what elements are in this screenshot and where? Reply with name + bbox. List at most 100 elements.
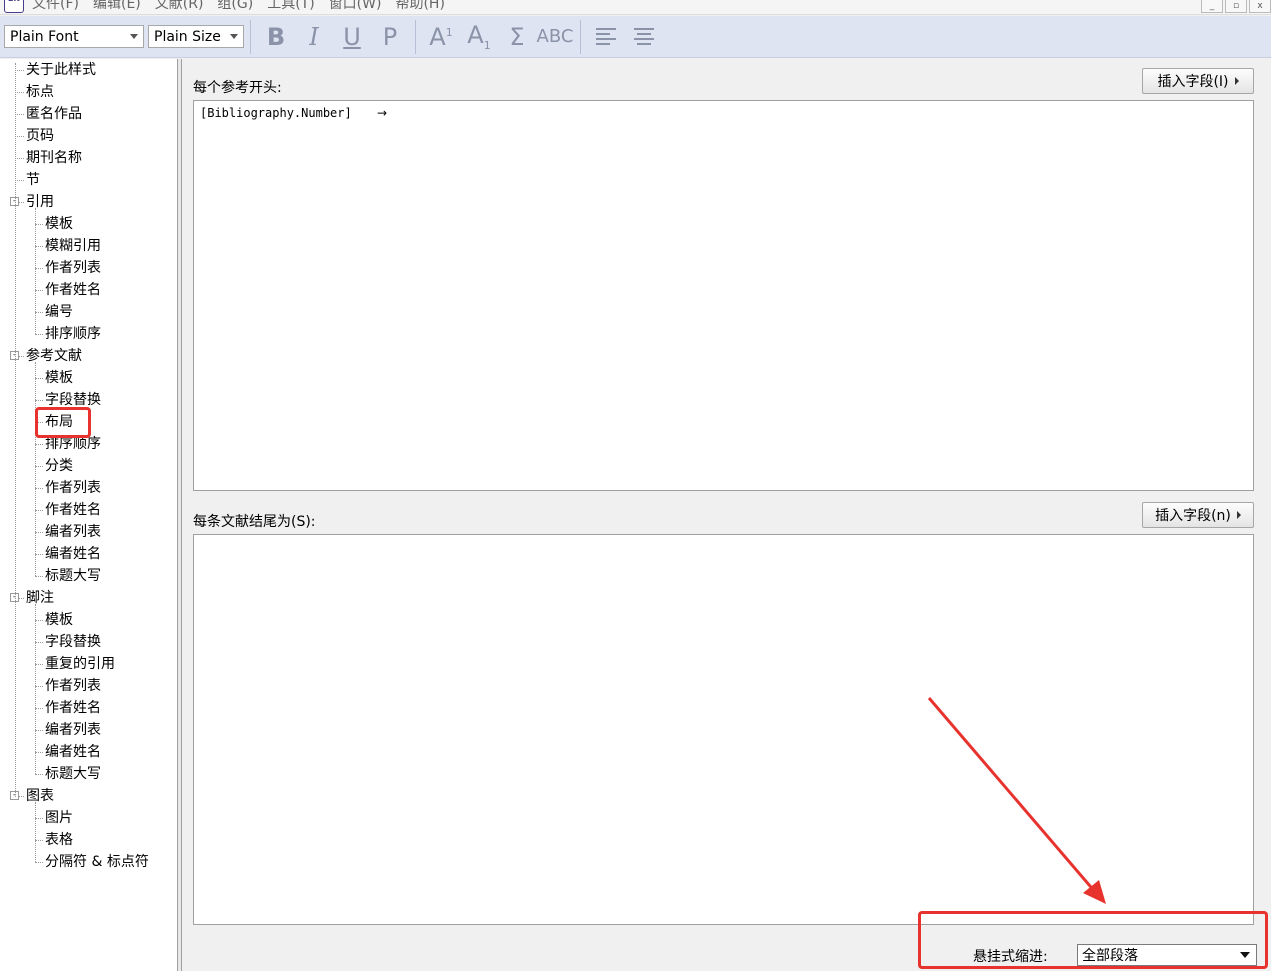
tree-item[interactable]: 分隔符 & 标点符 xyxy=(45,852,149,872)
tree-connector xyxy=(15,114,24,115)
tree-connector xyxy=(35,730,43,731)
insert-field-button-bottom[interactable]: 插入字段(n) xyxy=(1142,502,1254,528)
subscript-mark: 1 xyxy=(483,38,491,52)
menu-tools[interactable]: 工具(T) xyxy=(267,0,314,13)
tree-connector xyxy=(35,642,43,643)
tree-item[interactable]: 标点 xyxy=(26,82,54,102)
tree-item[interactable]: 图表 xyxy=(26,786,54,806)
size-select[interactable]: Plain Size xyxy=(148,25,244,48)
tree-item[interactable]: 图片 xyxy=(45,808,73,828)
tree-item[interactable]: 作者列表 xyxy=(45,478,101,498)
tree-connector xyxy=(15,136,24,137)
symbol-button[interactable]: Σ xyxy=(498,23,536,51)
end-of-reference-editor[interactable] xyxy=(193,534,1254,925)
tree-item[interactable]: 标题大写 xyxy=(45,764,101,784)
menu-file[interactable]: 文件(F) xyxy=(32,0,79,13)
superscript-button[interactable]: A1 xyxy=(422,23,460,51)
tree-item[interactable]: 模糊引用 xyxy=(45,236,101,256)
tree-connector xyxy=(35,818,43,819)
tree-item[interactable]: 作者姓名 xyxy=(45,280,101,300)
menu-bar: EN 文件(F) 编辑(E) 文献(R) 组(G) 工具(T) 窗口(W) 帮助… xyxy=(0,0,1271,15)
tree-connector xyxy=(35,802,36,862)
start-of-reference-editor[interactable]: [Bibliography.Number] → xyxy=(193,100,1254,491)
tree-item[interactable]: 脚注 xyxy=(26,588,54,608)
italic-button[interactable]: I xyxy=(295,23,333,51)
highlight-box-layout-item xyxy=(35,407,91,438)
highlight-box-hanging-indent xyxy=(918,911,1268,969)
tree-connector xyxy=(35,774,43,775)
plain-button[interactable]: P xyxy=(371,23,409,51)
tree-connector xyxy=(35,312,43,313)
chevron-right-icon xyxy=(1236,511,1241,519)
tree-item[interactable]: 作者姓名 xyxy=(45,698,101,718)
tree-item[interactable]: 表格 xyxy=(45,830,73,850)
start-of-reference-label: 每个参考开头: xyxy=(193,80,282,96)
menu-edit[interactable]: 编辑(E) xyxy=(93,0,141,13)
tree-connector xyxy=(35,576,43,577)
tree-connector xyxy=(35,664,43,665)
tree-item[interactable]: 模板 xyxy=(45,610,73,630)
bold-button[interactable]: B xyxy=(257,23,295,51)
tree-item[interactable]: 标题大写 xyxy=(45,566,101,586)
tree-item[interactable]: 引用 xyxy=(26,192,54,212)
tree-item[interactable]: 关于此样式 xyxy=(26,60,96,80)
superscript-mark: 1 xyxy=(445,25,453,39)
menu-window[interactable]: 窗口(W) xyxy=(329,0,382,13)
panel-splitter[interactable] xyxy=(178,59,182,971)
tree-item[interactable]: 作者列表 xyxy=(45,258,101,278)
align-left-icon[interactable] xyxy=(596,27,616,46)
tab-arrow-icon: → xyxy=(376,106,388,120)
close-icon[interactable]: x xyxy=(1249,0,1271,13)
tree-item[interactable]: 编者姓名 xyxy=(45,742,101,762)
tree-connector xyxy=(35,620,43,621)
endnote-app-icon: EN xyxy=(4,0,24,13)
restore-icon[interactable]: ▫ xyxy=(1225,0,1247,13)
toolbar-divider xyxy=(250,19,251,54)
align-center-icon[interactable] xyxy=(634,27,654,46)
tree-connector xyxy=(35,362,36,576)
menu-references[interactable]: 文献(R) xyxy=(155,0,204,13)
subscript-button[interactable]: A1 xyxy=(460,21,498,52)
minimize-icon[interactable]: _ xyxy=(1201,0,1223,13)
tree-item[interactable]: 重复的引用 xyxy=(45,654,115,674)
tree-connector xyxy=(35,686,43,687)
window-controls: _ ▫ x xyxy=(1199,0,1271,13)
menu-groups[interactable]: 组(G) xyxy=(217,0,253,13)
tree-connector xyxy=(35,224,43,225)
tree-item[interactable]: 模板 xyxy=(45,368,73,388)
tree-item[interactable]: 页码 xyxy=(26,126,54,146)
tree-item[interactable]: 字段替换 xyxy=(45,632,101,652)
tree-item[interactable]: 模板 xyxy=(45,214,73,234)
tree-connector xyxy=(35,246,43,247)
tree-connector xyxy=(35,554,43,555)
tree-item[interactable]: 作者列表 xyxy=(45,676,101,696)
tree-connector xyxy=(35,604,36,774)
tree-connector xyxy=(35,400,43,401)
tree-connector xyxy=(35,488,43,489)
tree-connector xyxy=(35,208,36,334)
tree-item[interactable]: 分类 xyxy=(45,456,73,476)
tree-connector xyxy=(35,466,43,467)
tree-item[interactable]: 匿名作品 xyxy=(26,104,82,124)
tree-connector xyxy=(35,862,43,863)
toolbar-divider xyxy=(415,19,416,54)
tree-item[interactable]: 作者姓名 xyxy=(45,500,101,520)
tree-item[interactable]: 编者姓名 xyxy=(45,544,101,564)
underline-button[interactable]: U xyxy=(333,23,371,51)
tree-item[interactable]: 编号 xyxy=(45,302,73,322)
tree-item[interactable]: 节 xyxy=(26,170,40,190)
tree-connector xyxy=(35,840,43,841)
tree-item[interactable]: 期刊名称 xyxy=(26,148,82,168)
layout-editor-panel: 每个参考开头: 插入字段(I) [Bibliography.Number] → … xyxy=(183,59,1271,971)
tree-item[interactable]: 编者列表 xyxy=(45,720,101,740)
font-select[interactable]: Plain Font xyxy=(4,25,144,48)
insert-field-button-top[interactable]: 插入字段(I) xyxy=(1142,68,1254,94)
tree-item[interactable]: 编者列表 xyxy=(45,522,101,542)
tree-item[interactable]: 排序顺序 xyxy=(45,324,101,344)
menu-help[interactable]: 帮助(H) xyxy=(395,0,444,13)
formatting-toolbar: Plain Font Plain Size B I U P A1 A1 Σ AB… xyxy=(0,16,1271,58)
size-select-value: Plain Size xyxy=(154,28,221,45)
tree-connector xyxy=(15,92,24,93)
smallcaps-button[interactable]: ABC xyxy=(536,26,574,47)
tree-connector xyxy=(35,378,43,379)
